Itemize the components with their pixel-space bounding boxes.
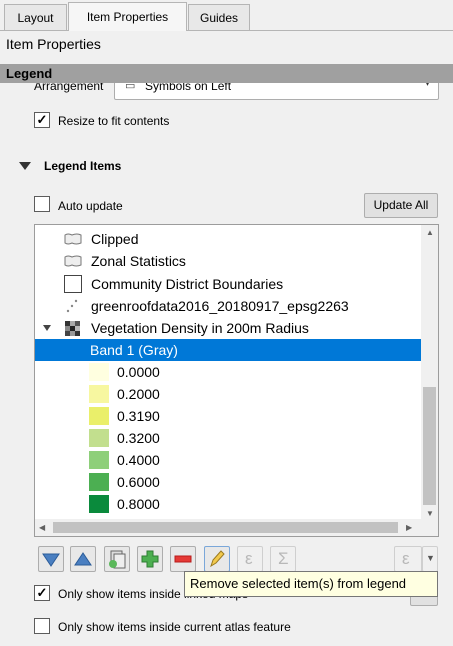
epsilon-filter-icon: ε	[402, 549, 410, 568]
only-atlas-feature-checkbox[interactable]	[34, 618, 50, 637]
tree-item-greenroofdata[interactable]: greenroofdata2016_20180917_epsg2263	[35, 295, 421, 317]
add-group-button[interactable]	[104, 546, 130, 572]
color-swatch	[89, 451, 109, 469]
scroll-down-arrow-icon[interactable]: ▼	[426, 509, 434, 518]
color-swatch	[89, 407, 109, 425]
filter-expression-button[interactable]: ε	[394, 546, 422, 572]
add-group-icon	[109, 550, 126, 569]
ramp-value-label: 0.2000	[117, 386, 160, 402]
tab-bar: Layout Item Properties Guides	[0, 0, 453, 31]
ramp-entry[interactable]: 0.4000	[35, 449, 421, 471]
tree-item-clipped[interactable]: Clipped	[35, 228, 421, 250]
checkbox-checked[interactable]: ✓	[34, 585, 50, 601]
tree-item-label: Band 1 (Gray)	[90, 342, 178, 358]
ramp-value-label: 0.4000	[117, 452, 160, 468]
ramp-entry[interactable]: 0.6000	[35, 471, 421, 493]
ramp-value-label: 0.8000	[117, 496, 160, 512]
empty-square-symbol-icon	[64, 275, 82, 293]
only-atlas-feature-label: Only show items inside current atlas fea…	[58, 620, 291, 634]
sigma-icon: Σ	[278, 549, 289, 568]
checkbox-unchecked[interactable]	[34, 618, 50, 634]
epsilon-icon: ε	[245, 549, 253, 568]
scroll-up-arrow-icon[interactable]: ▲	[426, 228, 434, 237]
remove-item-button[interactable]	[170, 546, 196, 572]
expand-arrow-icon[interactable]	[43, 325, 51, 331]
legend-items-header[interactable]: Legend Items	[44, 159, 121, 173]
only-linked-maps-checkbox[interactable]: ✓	[34, 585, 50, 601]
scroll-left-arrow-icon[interactable]: ◀	[39, 523, 45, 532]
color-swatch	[89, 363, 109, 381]
ramp-entry[interactable]: 0.8000	[35, 493, 421, 515]
update-all-button[interactable]: Update All	[364, 193, 438, 218]
move-up-button[interactable]	[70, 546, 96, 572]
tree-item-label: Vegetation Density in 200m Radius	[91, 320, 309, 336]
ramp-entry[interactable]: 0.0000	[35, 361, 421, 383]
pencil-icon	[210, 550, 225, 568]
ramp-entry[interactable]: 0.3190	[35, 405, 421, 427]
arrow-down-icon	[42, 553, 60, 567]
tooltip: Remove selected item(s) from legend	[184, 571, 438, 597]
ramp-value-label: 0.6000	[117, 474, 160, 490]
legend-section-header: Legend	[0, 64, 453, 83]
auto-update-label: Auto update	[58, 199, 123, 213]
polygon-layer-icon	[64, 233, 82, 245]
color-swatch	[89, 429, 109, 447]
color-swatch	[89, 385, 109, 403]
tree-item-community-district-boundaries[interactable]: Community District Boundaries	[35, 273, 421, 295]
expression-button[interactable]: ε	[237, 546, 263, 572]
checkbox-unchecked[interactable]	[34, 196, 50, 212]
chevron-down-icon: ▼	[426, 553, 435, 563]
tree-item-zonal-statistics[interactable]: Zonal Statistics	[35, 250, 421, 272]
resize-to-fit-checkbox[interactable]: ✓	[34, 112, 50, 128]
ramp-entry[interactable]: 0.2000	[35, 383, 421, 405]
polygon-layer-icon	[64, 255, 82, 267]
vertical-scrollbar[interactable]: ▲ ▼	[421, 225, 438, 521]
raster-layer-icon	[65, 321, 80, 336]
tab-guides[interactable]: Guides	[188, 4, 250, 30]
scroll-right-arrow-icon[interactable]: ▶	[406, 523, 412, 532]
point-layer-icon	[66, 299, 78, 313]
move-down-button[interactable]	[38, 546, 64, 572]
auto-update-checkbox[interactable]	[34, 196, 50, 215]
checkbox-checked[interactable]: ✓	[34, 112, 50, 128]
tree-item-label: Clipped	[91, 231, 139, 247]
panel-title: Item Properties	[6, 36, 101, 52]
vertical-scroll-thumb[interactable]	[423, 387, 436, 505]
filter-dropdown-button[interactable]: ▼	[422, 546, 438, 572]
horizontal-scrollbar[interactable]: ◀ ▶	[35, 519, 438, 536]
tab-layout[interactable]: Layout	[4, 4, 67, 30]
tree-item-label: greenroofdata2016_20180917_epsg2263	[91, 298, 349, 314]
count-button[interactable]: Σ	[270, 546, 296, 572]
tree-item-label: Zonal Statistics	[91, 253, 186, 269]
resize-to-fit-label: Resize to fit contents	[58, 114, 170, 128]
legend-items-tree[interactable]: Clipped Zonal Statistics Community Distr…	[34, 224, 439, 537]
ramp-entry[interactable]: 0.3200	[35, 427, 421, 449]
tab-item-properties[interactable]: Item Properties	[68, 2, 187, 31]
plus-icon	[141, 550, 159, 568]
tree-item-label: Community District Boundaries	[91, 276, 284, 292]
scroll-corner	[421, 519, 438, 536]
color-swatch	[89, 473, 109, 491]
edit-item-button[interactable]	[204, 546, 230, 572]
ramp-value-label: 0.0000	[117, 364, 160, 380]
minus-icon	[174, 555, 192, 563]
tree-item-vegetation-density[interactable]: Vegetation Density in 200m Radius	[35, 317, 421, 339]
arrow-up-icon	[74, 552, 92, 566]
collapse-arrow-icon[interactable]	[19, 162, 31, 170]
ramp-value-label: 0.3190	[117, 408, 160, 424]
add-item-button[interactable]	[137, 546, 163, 572]
tree-item-band-1-gray[interactable]: Band 1 (Gray)	[35, 339, 421, 361]
color-swatch	[89, 495, 109, 513]
ramp-value-label: 0.3200	[117, 430, 160, 446]
horizontal-scroll-thumb[interactable]	[53, 522, 398, 533]
